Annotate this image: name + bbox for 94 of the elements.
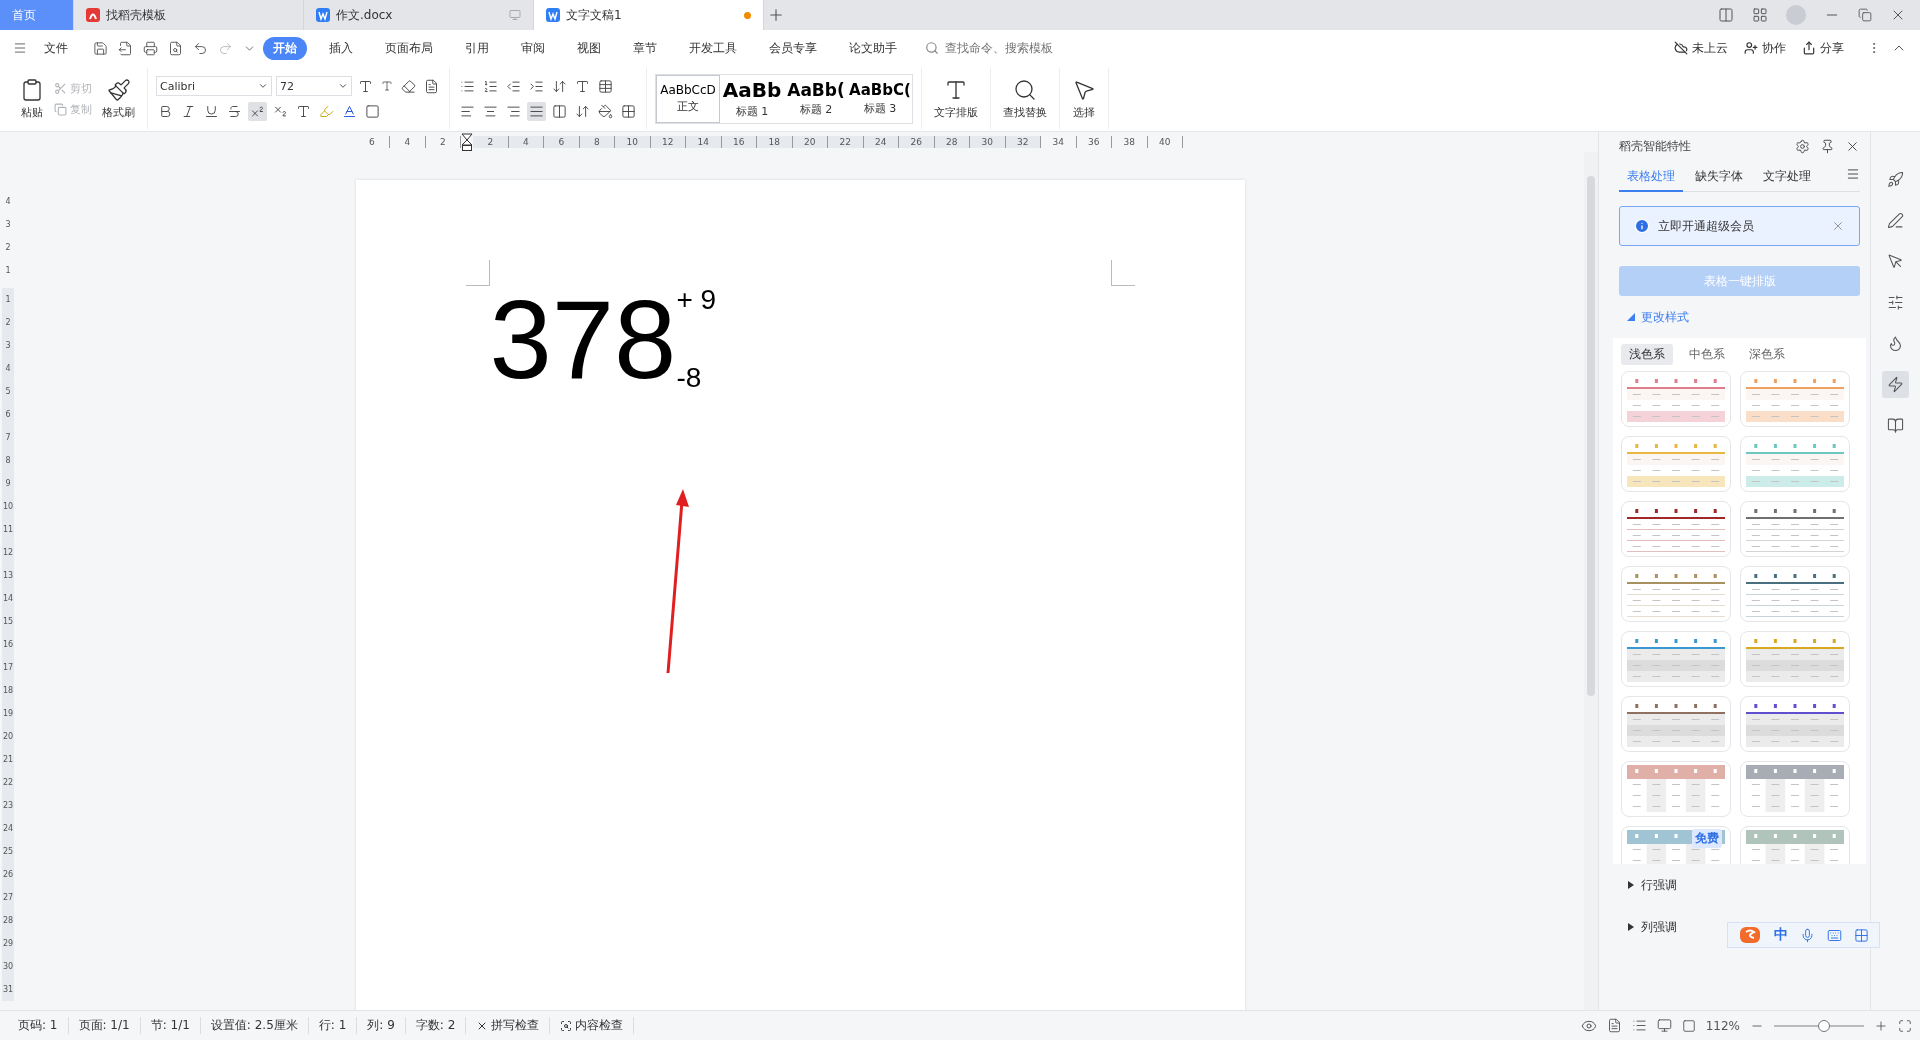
ruler-number: 10	[615, 136, 651, 148]
paste-label: 粘贴	[21, 104, 43, 120]
status-text: 行: 1	[308, 1017, 358, 1034]
cut-label: 剪切	[70, 80, 92, 96]
ruler-number: 15	[2, 610, 14, 633]
ruler-number: 3	[4, 219, 12, 231]
ruler-number: 2	[2, 311, 14, 334]
subscript-text: -8	[676, 362, 703, 394]
section-label: 行强调	[1641, 876, 1677, 894]
ruler-number: 4	[2, 357, 14, 380]
ruler-number: 28	[2, 909, 14, 932]
ruler-number: 25	[2, 840, 14, 863]
ruler-number: 38	[1112, 136, 1148, 148]
content-check-label: 内容检查	[575, 1017, 624, 1034]
ruler-number: 14	[686, 136, 722, 148]
ruler-number: 28	[934, 136, 970, 148]
ruler-number: 20	[2, 725, 14, 748]
ruler-number: 6	[354, 136, 390, 148]
ruler-number: 1	[4, 265, 12, 277]
header-action-label: 未上云	[1692, 39, 1728, 57]
style-name: 标题 2	[799, 102, 833, 117]
ruler-number: 22	[2, 771, 14, 794]
style-sample: AaBbCcD	[660, 83, 716, 97]
ribbon-command-label: 查找替换	[1003, 104, 1047, 120]
ruler-number: 16	[721, 136, 757, 148]
ruler-number: 12	[650, 136, 686, 148]
ruler-number: 17	[2, 656, 14, 679]
ruler-number: 40	[1147, 136, 1183, 148]
status-text: 节: 1/1	[140, 1017, 201, 1034]
ribbon-command-label: 文字排版	[934, 104, 978, 120]
ruler-number: 26	[899, 136, 935, 148]
ruler-number: 18	[757, 136, 793, 148]
ruler-number: 18	[2, 679, 14, 702]
style-sample: AaBbC(	[849, 81, 911, 99]
ruler-number: 10	[2, 495, 14, 518]
status-text: 设置值: 2.5厘米	[200, 1017, 309, 1034]
status-text: 列: 9	[357, 1017, 406, 1034]
ruler-number: 12	[2, 541, 14, 564]
ruler-number: 26	[2, 863, 14, 886]
ruler-number: 8	[579, 136, 615, 148]
status-text: 页面: 1/1	[68, 1017, 141, 1034]
ruler-number: 23	[2, 794, 14, 817]
ruler-number: 13	[2, 564, 14, 587]
ruler-number: 4	[390, 136, 426, 148]
ruler-number: 20	[792, 136, 828, 148]
ruler-number: 34	[1041, 136, 1077, 148]
ruler-number: 30	[2, 955, 14, 978]
ruler-number: 36	[1076, 136, 1112, 148]
superscript-text: + 9	[676, 284, 717, 316]
ruler-number: 8	[2, 449, 14, 472]
style-name: 标题 1	[735, 104, 769, 119]
ruler-number: 19	[2, 702, 14, 725]
ruler-number: 7	[2, 426, 14, 449]
ruler-number: 22	[828, 136, 864, 148]
section-label: 更改样式	[1641, 308, 1689, 326]
spell-check-label: 拼写检查	[491, 1017, 540, 1034]
ruler-number: 3	[2, 334, 14, 357]
ruler-number: 29	[2, 932, 14, 955]
ruler-number: 2	[4, 242, 12, 254]
status-text: 字数: 2	[405, 1017, 467, 1034]
ruler-number: 6	[2, 403, 14, 426]
ruler-number: 24	[2, 817, 14, 840]
ruler-number: 27	[2, 886, 14, 909]
base-number: 378	[489, 280, 677, 400]
ruler-number: 24	[863, 136, 899, 148]
section-label: 列强调	[1641, 918, 1677, 936]
ruler-number: 5	[2, 380, 14, 403]
ruler-number: 31	[2, 978, 14, 1001]
style-sample: AaBb(	[787, 80, 845, 100]
ruler-number: 4	[508, 136, 544, 148]
ruler-number: 30	[970, 136, 1006, 148]
copy-label: 复制	[70, 101, 92, 117]
status-text: 页码: 1	[8, 1017, 69, 1034]
ruler-number: 4	[4, 196, 12, 208]
ruler-number: 2	[473, 136, 509, 148]
ribbon-command-label: 选择	[1073, 104, 1095, 120]
ruler-number: 9	[2, 472, 14, 495]
ruler-number: 2	[425, 136, 461, 148]
style-name: 正文	[677, 99, 699, 114]
ruler-number: 6	[544, 136, 580, 148]
ruler-number: 32	[1005, 136, 1041, 148]
ruler-number: 14	[2, 587, 14, 610]
ruler-number: 1	[2, 288, 14, 311]
format-painter-label: 格式刷	[102, 104, 135, 120]
free-badge: 免费	[1692, 829, 1722, 848]
style-sample: AaBb	[722, 78, 782, 102]
ruler-number: 16	[2, 633, 14, 656]
ruler-number: 21	[2, 748, 14, 771]
header-action-label: 协作	[1762, 39, 1786, 57]
font-name-value: Calibri	[160, 79, 196, 93]
ruler-number: 11	[2, 518, 14, 541]
header-action-label: 分享	[1820, 39, 1844, 57]
font-size-value: 72	[280, 79, 294, 93]
style-name: 标题 3	[863, 101, 897, 116]
